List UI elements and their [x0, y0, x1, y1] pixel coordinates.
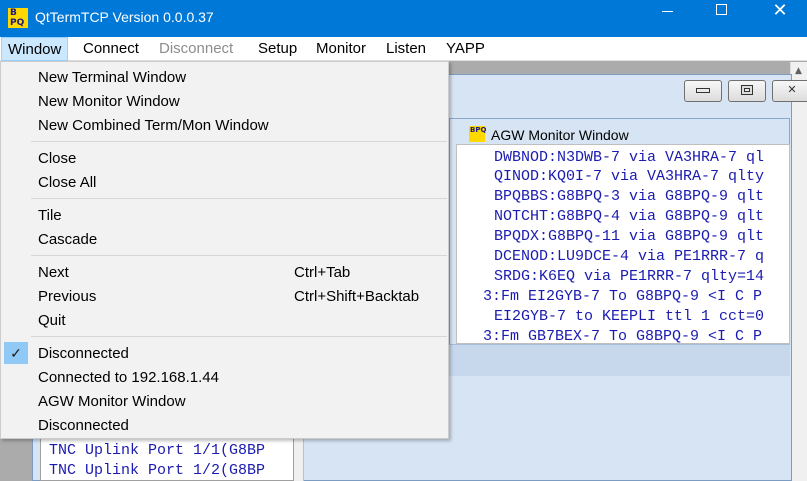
title-bar: B PQ QtTermTCP Version 0.0.0.37 ✕ [0, 0, 807, 37]
minimize-icon [661, 10, 673, 12]
shortcut-label: Ctrl+Tab [294, 264, 351, 281]
menu-item-new-combined-window[interactable]: New Combined Term/Mon Window [2, 113, 448, 137]
menu-yapp[interactable]: YAPP [446, 37, 485, 61]
maximize-button[interactable] [698, 0, 744, 37]
restore-icon [741, 85, 753, 95]
agw-input-bar [449, 344, 790, 376]
minimize-icon [696, 87, 710, 93]
menu-item-window-agw-monitor[interactable]: AGW Monitor Window [2, 389, 448, 413]
monitor-line: BPQBBS:G8BPQ-3 via G8BPQ-9 qlt [485, 188, 765, 205]
close-icon: ✕ [787, 83, 797, 96]
shortcut-label: Ctrl+Shift+Backtab [294, 288, 420, 305]
agw-monitor-output[interactable]: DWBNOD:N3DWB-7 via VA3HRA-7 ql QINOD:KQ0… [456, 144, 790, 344]
checkmark-icon: ✓ [4, 342, 28, 364]
menu-separator [31, 141, 447, 142]
window-menu-dropdown: New Terminal Window New Monitor Window N… [0, 61, 449, 439]
menu-item-previous[interactable]: Previous Ctrl+Shift+Backtab [2, 284, 448, 308]
monitor-line: SRDG:K6EQ via PE1RRR-7 qlty=14 [485, 268, 765, 285]
menu-item-window-disconnected-2[interactable]: Disconnected [2, 413, 448, 437]
minimize-button[interactable] [644, 0, 690, 37]
menu-item-new-terminal-window[interactable]: New Terminal Window [2, 65, 448, 89]
menu-listen[interactable]: Listen [386, 37, 426, 61]
mdi-scrollbar[interactable]: ▲ [790, 62, 807, 481]
menu-item-close[interactable]: Close [2, 146, 448, 170]
menu-window[interactable]: Window [1, 37, 69, 61]
close-button[interactable]: ✕ [757, 0, 803, 37]
menu-separator [31, 198, 447, 199]
close-icon: ✕ [772, 0, 788, 21]
menu-item-tile[interactable]: Tile [2, 203, 448, 227]
menu-monitor[interactable]: Monitor [316, 37, 366, 61]
monitor-line: 3:Fm EI2GYB-7 To G8BPQ-9 <I C P [483, 288, 763, 305]
monitor-line: DWBNOD:N3DWB-7 via VA3HRA-7 ql [485, 149, 765, 166]
mdi-restore-button[interactable] [728, 80, 766, 102]
window-title: QtTermTCP Version 0.0.0.37 [35, 9, 214, 25]
menu-connect[interactable]: Connect [83, 37, 139, 61]
monitor-line: NOTCHT:G8BPQ-4 via G8BPQ-9 qlt [485, 208, 765, 225]
monitor-line: 3:Fm GB7BEX-7 To G8BPQ-9 <I C P [483, 328, 763, 344]
monitor-line: DCENOD:LU9DCE-4 via PE1RRR-7 q [485, 248, 765, 265]
menu-setup[interactable]: Setup [258, 37, 297, 61]
menu-separator [31, 255, 447, 256]
maximize-icon [715, 4, 727, 15]
mdi-close-button[interactable]: ✕ [772, 80, 807, 102]
menu-disconnect[interactable]: Disconnect [159, 37, 233, 61]
menu-item-quit[interactable]: Quit [2, 308, 448, 332]
mdi-minimize-button[interactable] [684, 80, 722, 102]
monitor-line: QINOD:KQ0I-7 via VA3HRA-7 qlty [485, 168, 765, 185]
terminal-line: TNC Uplink Port 1/2(G8BP [49, 462, 266, 479]
terminal-line: TNC Uplink Port 1/1(G8BP [49, 442, 266, 459]
menu-bar: Window Connect Disconnect Setup Monitor … [0, 37, 807, 61]
app-root: B PQ QtTermTCP Version 0.0.0.37 ✕ Window … [0, 0, 807, 481]
menu-item-window-disconnected-1[interactable]: ✓ Disconnected [2, 341, 448, 365]
monitor-line: BPQDX:G8BPQ-11 via G8BPQ-9 qlt [485, 228, 765, 245]
menu-item-window-connected[interactable]: Connected to 192.168.1.44 [2, 365, 448, 389]
menu-item-new-monitor-window[interactable]: New Monitor Window [2, 89, 448, 113]
menu-separator [31, 336, 447, 337]
agw-window-title: AGW Monitor Window [491, 127, 629, 143]
menu-item-cascade[interactable]: Cascade [2, 227, 448, 251]
agw-window-logo-icon: BPQ [469, 126, 486, 142]
scroll-up-arrow-icon[interactable]: ▲ [795, 66, 802, 76]
menu-item-next[interactable]: Next Ctrl+Tab [2, 260, 448, 284]
menu-item-close-all[interactable]: Close All [2, 170, 448, 194]
app-logo-icon: B PQ [8, 8, 28, 28]
monitor-line: EI2GYB-7 to KEEPLI ttl 1 cct=0 [485, 308, 765, 325]
